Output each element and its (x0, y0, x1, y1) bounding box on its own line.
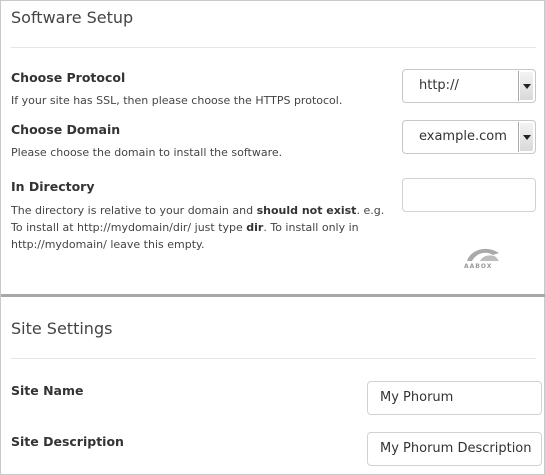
software-setup-section: Software Setup Choose Protocol If your s… (1, 1, 545, 297)
site-description-label: Site Description (11, 434, 124, 449)
site-name-label: Site Name (11, 383, 84, 398)
divider (11, 47, 536, 48)
directory-input[interactable] (402, 178, 536, 212)
section-title-software-setup: Software Setup (11, 8, 134, 27)
protocol-select-value: http:// (419, 78, 459, 93)
directory-help-text: The directory is relative to your domain… (11, 204, 385, 251)
site-description-input[interactable]: My Phorum Description (367, 432, 542, 466)
domain-select[interactable]: example.com (402, 120, 536, 154)
site-settings-section: Site Settings Site Name My Phorum Site D… (1, 300, 545, 475)
protocol-help-text: If your site has SSL, then please choose… (11, 94, 343, 107)
divider (11, 358, 536, 359)
directory-label: In Directory (11, 179, 95, 194)
domain-select-value: example.com (419, 129, 507, 144)
logo-text: AABOX (464, 263, 493, 270)
installer-panel: Software Setup Choose Protocol If your s… (0, 0, 545, 475)
site-name-input[interactable]: My Phorum (367, 381, 542, 415)
chevron-down-icon (518, 71, 534, 101)
protocol-select[interactable]: http:// (402, 69, 536, 103)
protocol-label: Choose Protocol (11, 70, 126, 85)
chevron-down-icon (518, 122, 534, 152)
domain-label: Choose Domain (11, 122, 121, 137)
section-title-site-settings: Site Settings (11, 319, 113, 338)
domain-help-text: Please choose the domain to install the … (11, 146, 283, 159)
